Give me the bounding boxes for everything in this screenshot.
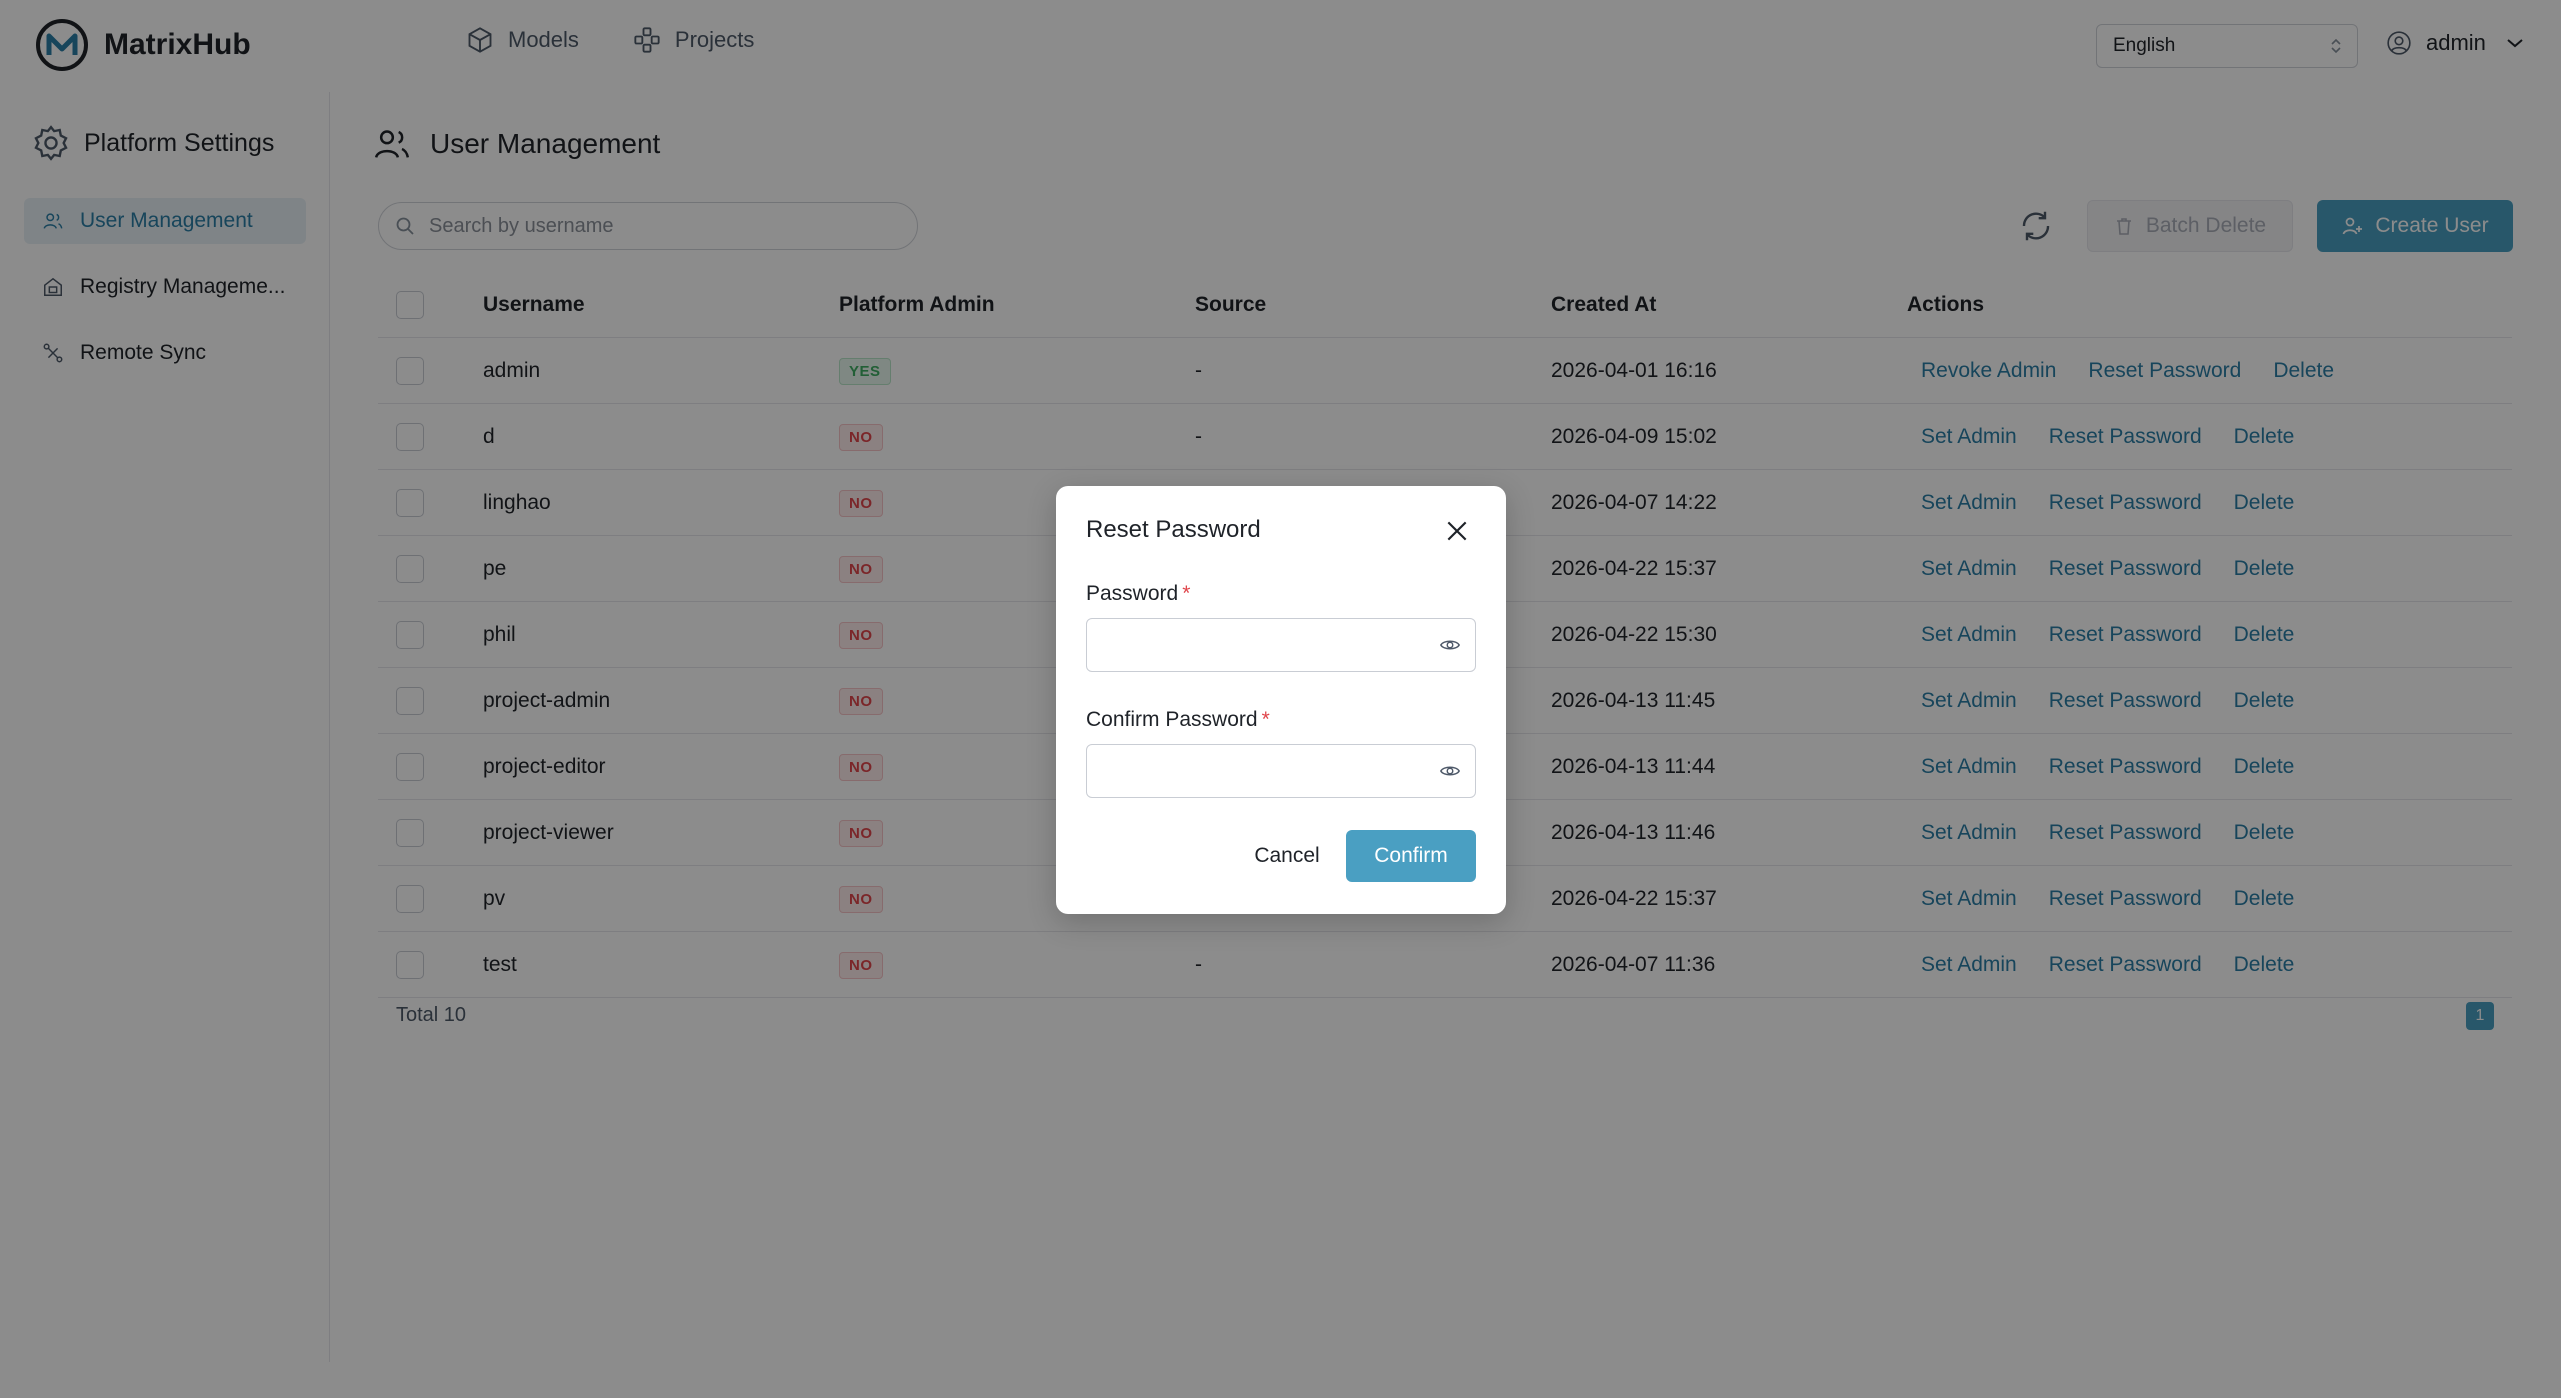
password-label: Password * [1086,582,1190,606]
eye-icon[interactable] [1439,760,1461,782]
dialog-title: Reset Password [1086,516,1261,543]
password-label-text: Password [1086,582,1179,605]
reset-password-dialog: Reset Password Password * Confirm Passwor… [1056,486,1506,914]
required-mark: * [1261,708,1270,731]
password-field[interactable] [1086,618,1476,672]
cancel-button[interactable]: Cancel [1226,830,1348,882]
confirm-button[interactable]: Confirm [1346,830,1476,882]
confirm-password-label: Confirm Password * [1086,708,1270,732]
eye-icon[interactable] [1439,634,1461,656]
confirm-label-text: Confirm Password [1086,708,1258,731]
password-input[interactable] [1101,633,1439,657]
close-icon[interactable] [1444,518,1470,544]
confirm-password-input[interactable] [1101,759,1439,783]
confirm-password-field[interactable] [1086,744,1476,798]
required-mark: * [1182,582,1191,605]
